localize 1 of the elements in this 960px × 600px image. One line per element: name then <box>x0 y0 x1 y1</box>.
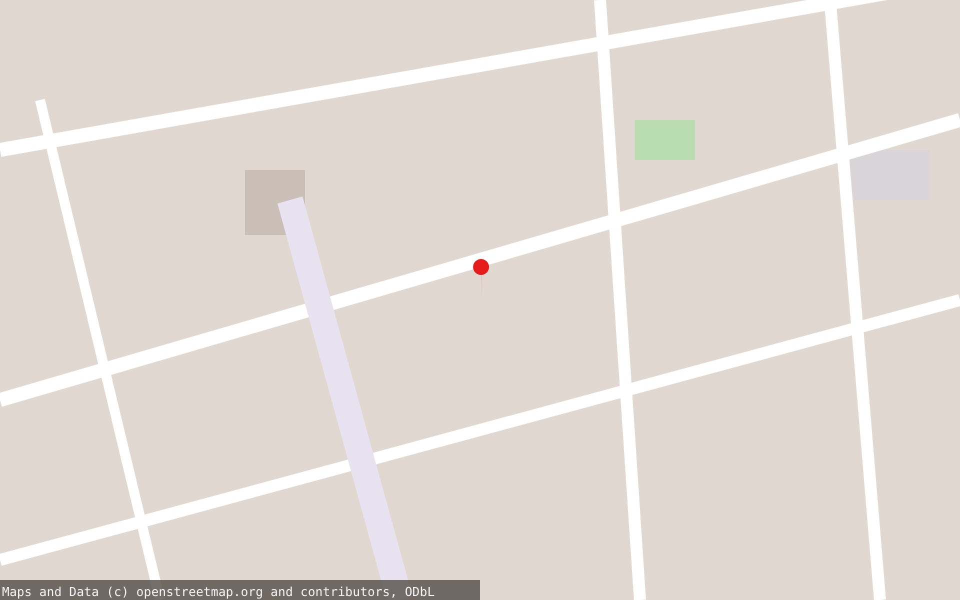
attribution-text: Maps and Data (c) openstreetmap.org and contributors, ODbL <box>1 583 435 600</box>
